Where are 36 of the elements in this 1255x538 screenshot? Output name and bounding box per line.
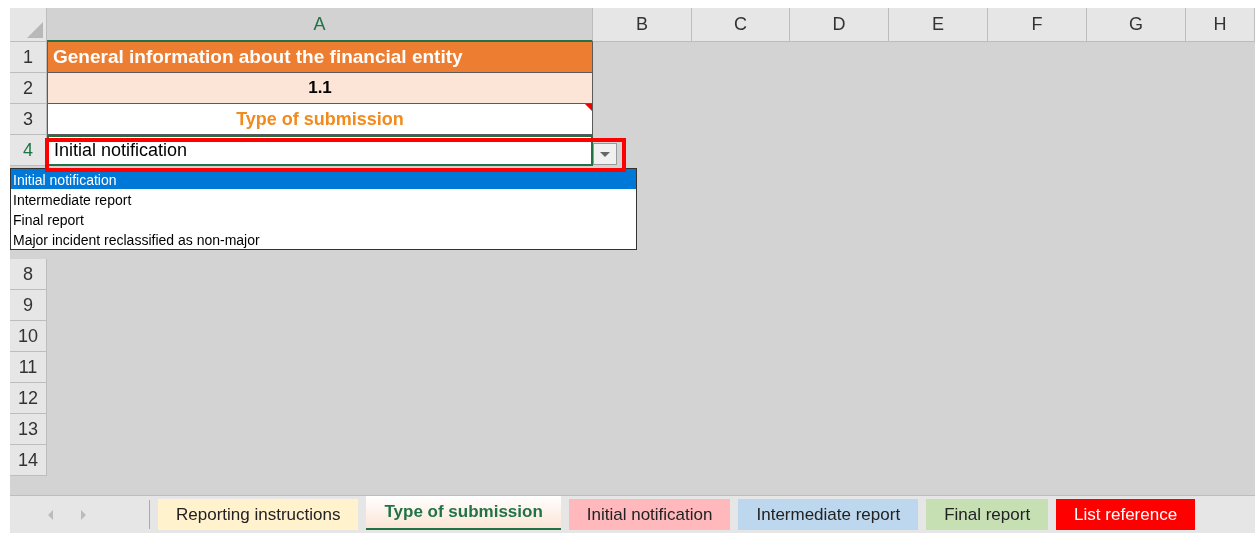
column-header[interactable]: B xyxy=(593,8,692,42)
row-header[interactable]: 11 xyxy=(10,352,47,383)
section-number-cell: 1.1 xyxy=(47,73,593,104)
sheet-tab[interactable]: Type of submission xyxy=(366,496,561,530)
sheet-tab[interactable]: Intermediate report xyxy=(738,499,919,530)
label-cell: Type of submission xyxy=(47,104,593,135)
dropdown-arrow-button[interactable] xyxy=(593,143,617,165)
column-header[interactable]: H xyxy=(1186,8,1255,42)
dropdown-option[interactable]: Intermediate report xyxy=(11,189,636,209)
sheet-tab[interactable]: Reporting instructions xyxy=(158,499,359,530)
row-header[interactable]: 8 xyxy=(10,259,47,290)
row-header[interactable]: 14 xyxy=(10,445,47,476)
sheet-tab[interactable]: List reference xyxy=(1056,499,1196,530)
caret-icon xyxy=(600,151,610,157)
column-header[interactable]: C xyxy=(692,8,790,42)
row-header[interactable]: 1 xyxy=(10,42,47,73)
row-header[interactable]: 13 xyxy=(10,414,47,445)
row-header[interactable]: 3 xyxy=(10,104,47,135)
sheet-tab[interactable]: Initial notification xyxy=(568,499,731,530)
column-header[interactable]: D xyxy=(790,8,889,42)
dropdown-option[interactable]: Final report xyxy=(11,209,636,229)
row-header[interactable]: 2 xyxy=(10,73,47,104)
dropdown-option[interactable]: Major incident reclassified as non-major xyxy=(11,229,636,249)
scroll-left-icon[interactable] xyxy=(48,509,53,520)
column-header[interactable]: A xyxy=(47,8,593,42)
column-header[interactable]: G xyxy=(1087,8,1186,42)
select-all-corner[interactable] xyxy=(10,8,47,42)
title-cell: General information about the financial entity xyxy=(47,42,593,73)
row-header[interactable]: 12 xyxy=(10,383,47,414)
row-header[interactable]: 10 xyxy=(10,321,47,352)
column-header[interactable]: F xyxy=(988,8,1087,42)
column-header[interactable]: E xyxy=(889,8,988,42)
row-header[interactable]: 4 xyxy=(10,135,47,166)
scroll-right-icon[interactable] xyxy=(81,509,86,520)
sheet-tab[interactable]: Final report xyxy=(926,499,1049,530)
row-header[interactable]: 9 xyxy=(10,290,47,321)
